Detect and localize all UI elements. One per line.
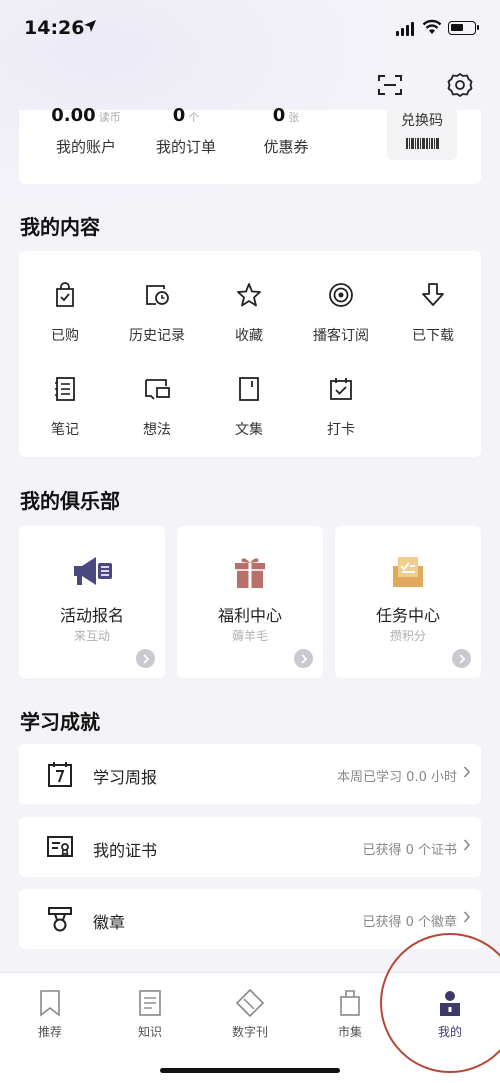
account-orders[interactable]: 0个 我的订单 xyxy=(136,107,236,157)
club-card-title: 任务中心 xyxy=(375,606,440,625)
thought-icon xyxy=(111,375,203,403)
grid-label: 收藏 xyxy=(235,328,263,344)
tab-recommend[interactable]: 推荐 xyxy=(10,987,90,1040)
club-card-subtitle: 来互动 xyxy=(73,629,110,643)
star-icon xyxy=(203,281,295,309)
club-card-benefits[interactable]: 福利中心 薅羊毛 xyxy=(177,526,323,678)
tab-label: 市集 xyxy=(337,1025,362,1039)
achievements-title: 学习成就 xyxy=(20,710,100,734)
grid-item-notes[interactable]: 笔记 xyxy=(19,375,111,439)
grid-label: 打卡 xyxy=(327,422,355,438)
grid-item-favorites[interactable]: 收藏 xyxy=(203,281,295,345)
calendar-7-icon xyxy=(45,759,75,789)
club-card-tasks[interactable]: 任务中心 攒积分 xyxy=(335,526,481,678)
grid-label: 播客订阅 xyxy=(313,328,369,344)
settings-gear-icon[interactable] xyxy=(445,70,475,100)
tab-knowledge[interactable]: 知识 xyxy=(110,987,190,1040)
row-weekly-report[interactable]: 学习周报 本周已学习 0.0 小时 xyxy=(19,744,481,804)
megaphone-icon xyxy=(19,554,165,590)
chevron-right-icon[interactable] xyxy=(294,649,313,668)
grid-item-downloaded[interactable]: 已下载 xyxy=(387,281,479,345)
certificate-icon xyxy=(45,832,75,862)
notes-icon xyxy=(19,375,111,403)
podcast-icon xyxy=(295,281,387,309)
account-coupons[interactable]: 0张 优惠券 xyxy=(236,107,336,157)
tab-label: 数字刊 xyxy=(231,1025,268,1039)
account-card: 0.00 读币 我的账户 0个 我的订单 0张 优惠券 兑换码 xyxy=(19,107,481,184)
my-account-label: 我的账户 xyxy=(55,138,116,156)
balance-unit: 读币 xyxy=(98,111,121,124)
coupons-label: 优惠券 xyxy=(263,138,309,156)
location-arrow-icon xyxy=(84,20,96,32)
task-envelope-icon xyxy=(335,554,481,590)
status-bar: 14:26 xyxy=(0,0,500,60)
orders-unit: 个 xyxy=(188,111,200,124)
tab-label: 推荐 xyxy=(37,1025,62,1039)
collection-icon xyxy=(203,375,295,403)
battery-icon xyxy=(448,21,479,35)
grid-label: 文集 xyxy=(235,422,263,438)
club-card-subtitle: 攒积分 xyxy=(389,629,426,643)
grid-item-collections[interactable]: 文集 xyxy=(203,375,295,439)
my-orders-label: 我的订单 xyxy=(155,138,216,156)
club-card-events[interactable]: 活动报名 来互动 xyxy=(19,526,165,678)
coupons-value: 0 xyxy=(272,107,286,125)
club-card-title: 活动报名 xyxy=(59,606,124,625)
chevron-right-icon[interactable] xyxy=(452,649,471,668)
row-value: 本周已学习 0.0 小时 xyxy=(337,770,457,785)
my-club-title: 我的俱乐部 xyxy=(20,489,120,513)
my-content-card: 已购 历史记录 收藏 播客订阅 已下载 笔记 想法 文集 打卡 xyxy=(19,251,481,457)
grid-item-podcast-subscriptions[interactable]: 播客订阅 xyxy=(295,281,387,345)
download-icon xyxy=(387,281,479,309)
tab-label: 知识 xyxy=(137,1025,162,1039)
club-card-subtitle: 薅羊毛 xyxy=(231,629,268,643)
grid-label: 想法 xyxy=(143,422,171,438)
row-certificates[interactable]: 我的证书 已获得 0 个证书 xyxy=(19,817,481,877)
redeem-code-button[interactable]: 兑换码 xyxy=(387,110,457,160)
shopping-bag-icon xyxy=(310,987,390,1019)
history-icon xyxy=(111,281,203,309)
wifi-icon xyxy=(422,19,442,34)
bag-check-icon xyxy=(19,281,111,309)
row-value: 已获得 0 个徽章 xyxy=(362,915,457,930)
chevron-right-icon[interactable] xyxy=(136,649,155,668)
my-content-title: 我的内容 xyxy=(20,215,100,239)
scan-icon[interactable] xyxy=(375,70,405,100)
account-balance[interactable]: 0.00 读币 我的账户 xyxy=(36,107,136,157)
document-icon xyxy=(110,987,190,1019)
chevron-right-icon xyxy=(463,839,471,851)
row-label: 我的证书 xyxy=(93,841,158,860)
grid-item-history[interactable]: 历史记录 xyxy=(111,281,203,345)
row-badges[interactable]: 徽章 已获得 0 个徽章 xyxy=(19,889,481,949)
grid-item-thoughts[interactable]: 想法 xyxy=(111,375,203,439)
redeem-code-label: 兑换码 xyxy=(401,113,443,129)
barcode-icon xyxy=(387,138,457,149)
orders-value: 0 xyxy=(172,107,186,125)
status-time: 14:26 xyxy=(24,17,85,39)
chevron-right-icon xyxy=(463,766,471,778)
club-card-title: 福利中心 xyxy=(217,606,282,625)
home-indicator xyxy=(160,1068,340,1073)
balance-value: 0.00 xyxy=(51,107,96,125)
grid-item-checkin[interactable]: 打卡 xyxy=(295,375,387,439)
checkin-icon xyxy=(295,375,387,403)
row-value: 已获得 0 个证书 xyxy=(362,843,457,858)
row-label: 徽章 xyxy=(93,913,126,932)
chevron-right-icon xyxy=(463,911,471,923)
gift-icon xyxy=(177,554,323,590)
row-label: 学习周报 xyxy=(93,768,158,787)
grid-label: 已购 xyxy=(51,328,79,344)
grid-item-purchased[interactable]: 已购 xyxy=(19,281,111,345)
badge-medal-icon xyxy=(45,904,75,934)
tab-market[interactable]: 市集 xyxy=(310,987,390,1040)
bookmark-icon xyxy=(10,987,90,1019)
tab-digital-magazine[interactable]: 数字刊 xyxy=(210,987,290,1040)
coupons-unit: 张 xyxy=(288,111,300,124)
grid-label: 已下载 xyxy=(412,328,454,344)
grid-label: 笔记 xyxy=(51,422,79,438)
diamond-icon xyxy=(210,987,290,1019)
cellular-signal-icon xyxy=(396,22,414,36)
grid-label: 历史记录 xyxy=(129,328,185,344)
